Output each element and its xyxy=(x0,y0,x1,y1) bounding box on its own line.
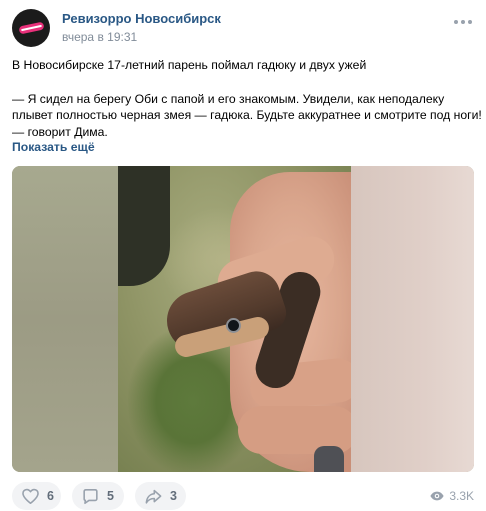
heart-icon xyxy=(22,488,39,504)
like-button[interactable]: 6 xyxy=(12,482,61,510)
avatar[interactable] xyxy=(12,9,50,47)
more-dot xyxy=(454,20,458,24)
post-text-line: — Я сидел на берегу Оби с папой и его зн… xyxy=(12,91,445,106)
photo-snake-in-hand xyxy=(118,166,351,472)
post-photo[interactable] xyxy=(12,166,474,472)
post-text-line: — говорит Дима. xyxy=(12,124,108,139)
photo-blur-right xyxy=(351,166,474,472)
post-header: Ревизорро Новосибирск вчера в 19:31 xyxy=(12,9,474,47)
views-counter: 3.3K xyxy=(430,482,474,510)
photo-fabric xyxy=(118,166,170,286)
post-text: В Новосибирске 17-летний парень поймал г… xyxy=(12,57,482,140)
share-icon xyxy=(145,489,162,504)
share-count: 3 xyxy=(170,489,177,503)
show-more-link[interactable]: Показать ещё xyxy=(12,140,95,154)
post-actions: 6 5 3 3.3K xyxy=(12,482,474,510)
post-text-line: плывет полностью черная змея — гадюка. Б… xyxy=(12,108,482,123)
comment-button[interactable]: 5 xyxy=(72,482,124,510)
author-name[interactable]: Ревизорро Новосибирск xyxy=(62,11,221,26)
photo-snake-tail xyxy=(314,446,344,472)
post-time[interactable]: вчера в 19:31 xyxy=(62,30,137,44)
comment-icon xyxy=(83,488,98,504)
more-icon[interactable] xyxy=(454,17,472,27)
photo-blur-left xyxy=(12,166,118,472)
share-button[interactable]: 3 xyxy=(135,482,186,510)
like-count: 6 xyxy=(47,489,54,503)
more-dot xyxy=(468,20,472,24)
eye-icon xyxy=(430,491,444,501)
post-text-line: В Новосибирске 17-летний парень поймал г… xyxy=(12,58,367,72)
photo-snake-eye xyxy=(226,318,241,333)
more-dot xyxy=(461,20,465,24)
views-count: 3.3K xyxy=(449,489,474,503)
comment-count: 5 xyxy=(107,489,114,503)
